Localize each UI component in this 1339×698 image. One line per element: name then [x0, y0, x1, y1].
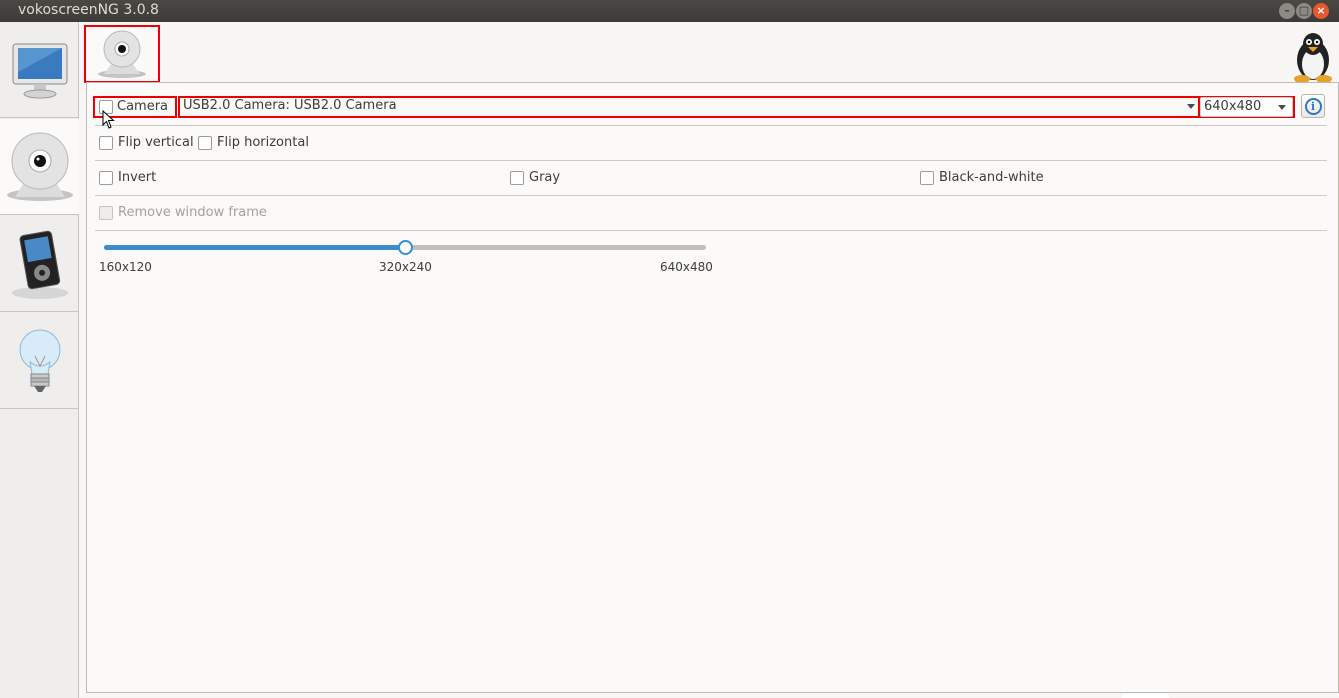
chevron-down-icon [1187, 104, 1195, 109]
close-icon[interactable]: × [1313, 3, 1329, 19]
remove-window-frame-checkbox[interactable] [99, 206, 113, 220]
black-white-checkbox[interactable] [920, 171, 934, 185]
separator [95, 195, 1327, 196]
lightbulb-icon [19, 329, 60, 392]
camera-settings-panel: Camera USB2.0 Camera: USB2.0 Camera 640x… [86, 82, 1339, 693]
window-title: vokoscreenNG 3.0.8 [18, 2, 159, 18]
separator [95, 160, 1327, 161]
webcam-icon [6, 132, 73, 201]
info-icon: i [1304, 97, 1322, 115]
slider-tick-label: 640x480 [660, 260, 713, 274]
media-player-icon [11, 230, 68, 299]
sidebar-tab-camera[interactable] [0, 119, 79, 215]
monitor-icon [12, 43, 67, 98]
camera-device-select[interactable]: USB2.0 Camera: USB2.0 Camera [180, 96, 1201, 118]
invert-checkbox[interactable] [99, 171, 113, 185]
black-white-label[interactable]: Black-and-white [939, 170, 1044, 185]
size-slider-handle[interactable] [398, 240, 413, 255]
flip-horizontal-checkbox[interactable] [198, 136, 212, 150]
gray-checkbox[interactable] [510, 171, 524, 185]
gray-label[interactable]: Gray [529, 170, 560, 185]
webcam-icon [98, 30, 146, 78]
size-slider-fill [104, 245, 405, 250]
sidebar-tab-about[interactable] [0, 313, 79, 409]
resolution-select[interactable]: 640x480 [1200, 97, 1293, 117]
flip-vertical-label[interactable]: Flip vertical [118, 135, 194, 150]
flip-horizontal-label[interactable]: Flip horizontal [217, 135, 309, 150]
camera-device-value: USB2.0 Camera: USB2.0 Camera [183, 98, 397, 113]
invert-label[interactable]: Invert [118, 170, 156, 185]
maximize-icon[interactable]: □ [1296, 3, 1312, 19]
slider-tick-label: 160x120 [99, 260, 152, 274]
camera-checkbox-label[interactable]: Camera [117, 99, 168, 114]
resolution-value: 640x480 [1204, 99, 1262, 114]
mouse-cursor-icon [102, 110, 115, 129]
sidebar-tab-player[interactable] [0, 216, 79, 312]
tab-camera[interactable] [84, 25, 160, 83]
flip-vertical-checkbox[interactable] [99, 136, 113, 150]
main-content: Camera USB2.0 Camera: USB2.0 Camera 640x… [79, 22, 1339, 698]
separator [95, 125, 1327, 126]
sidebar-tab-screen[interactable] [0, 22, 79, 118]
bottom-edge [1122, 694, 1169, 698]
sidebar [0, 22, 79, 698]
chevron-down-icon [1278, 105, 1286, 110]
minimize-icon[interactable]: – [1279, 3, 1295, 19]
slider-tick-label: 320x240 [379, 260, 432, 274]
remove-window-frame-label: Remove window frame [118, 205, 267, 220]
title-bar: vokoscreenNG 3.0.8 – □ × [0, 0, 1339, 22]
info-button[interactable]: i [1301, 94, 1325, 118]
linux-tux-icon [1294, 33, 1332, 83]
separator [95, 230, 1327, 231]
